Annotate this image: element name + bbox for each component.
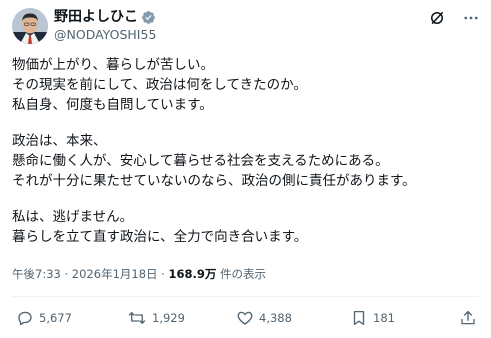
view-count-label: 件の表示 xyxy=(220,267,267,281)
author-handle[interactable]: @NODAYOSHI55 xyxy=(54,27,156,42)
like-count: 4,388 xyxy=(259,311,292,325)
verified-badge-icon[interactable] xyxy=(141,10,156,25)
tweet-meta: 午後7:33 · 2026年1月18日 · 168.9万 件の表示 xyxy=(12,266,266,282)
more-icon[interactable] xyxy=(461,8,481,28)
tweet-time[interactable]: 午後7:33 xyxy=(12,267,61,281)
bookmark-icon xyxy=(353,310,365,326)
repost-button[interactable]: 1,929 xyxy=(127,309,185,327)
tweet-line: 私自身、何度も自問しています。 xyxy=(12,97,213,113)
avatar[interactable] xyxy=(12,8,48,44)
repost-count: 1,929 xyxy=(152,311,185,325)
tweet-card: 野田よしひこ @NODAYOSHI55 物価が上がり、暮らしが苦しい。 その現実… xyxy=(0,0,491,338)
top-actions xyxy=(427,8,481,28)
tweet-line: 懸命に働く人が、安心して暮らせる社会を支えるためにある。 xyxy=(12,153,389,169)
tweet-text: 物価が上がり、暮らしが苦しい。 その現実を前にして、政治は何をしてきたのか。 私… xyxy=(12,55,482,247)
reply-button[interactable]: 5,677 xyxy=(16,309,72,327)
meta-separator: · xyxy=(64,267,69,281)
divider xyxy=(12,296,479,297)
tweet-line: それが十分に果たせていないのなら、政治の側に責任があります。 xyxy=(12,173,416,189)
action-bar: 5,677 1,929 4,388 181 xyxy=(12,309,479,329)
tweet-line: その現実を前にして、政治は何をしてきたのか。 xyxy=(12,77,307,93)
tweet-line: 暮らしを立て直す政治に、全力で向き合います。 xyxy=(12,229,308,245)
bookmark-count: 181 xyxy=(373,311,395,325)
like-button[interactable]: 4,388 xyxy=(236,309,292,327)
grok-icon[interactable] xyxy=(427,8,447,28)
tweet-line: 私は、逃げません。 xyxy=(12,209,134,225)
author-name-row[interactable]: 野田よしひこ xyxy=(54,9,156,26)
tweet-date[interactable]: 2026年1月18日 xyxy=(72,267,158,281)
share-icon xyxy=(461,310,475,325)
reply-count: 5,677 xyxy=(39,311,72,325)
avatar-image xyxy=(12,8,48,44)
view-count[interactable]: 168.9万 xyxy=(168,267,216,281)
meta-separator: · xyxy=(161,267,165,281)
tweet-line: 政治は、本来、 xyxy=(12,133,107,149)
author-display-name[interactable]: 野田よしひこ xyxy=(54,9,138,26)
reply-icon xyxy=(18,311,32,326)
tweet-line: 物価が上がり、暮らしが苦しい。 xyxy=(12,57,214,73)
like-icon xyxy=(237,311,253,325)
repost-icon xyxy=(128,312,146,324)
share-button[interactable] xyxy=(459,309,477,327)
bookmark-button[interactable]: 181 xyxy=(350,309,395,327)
